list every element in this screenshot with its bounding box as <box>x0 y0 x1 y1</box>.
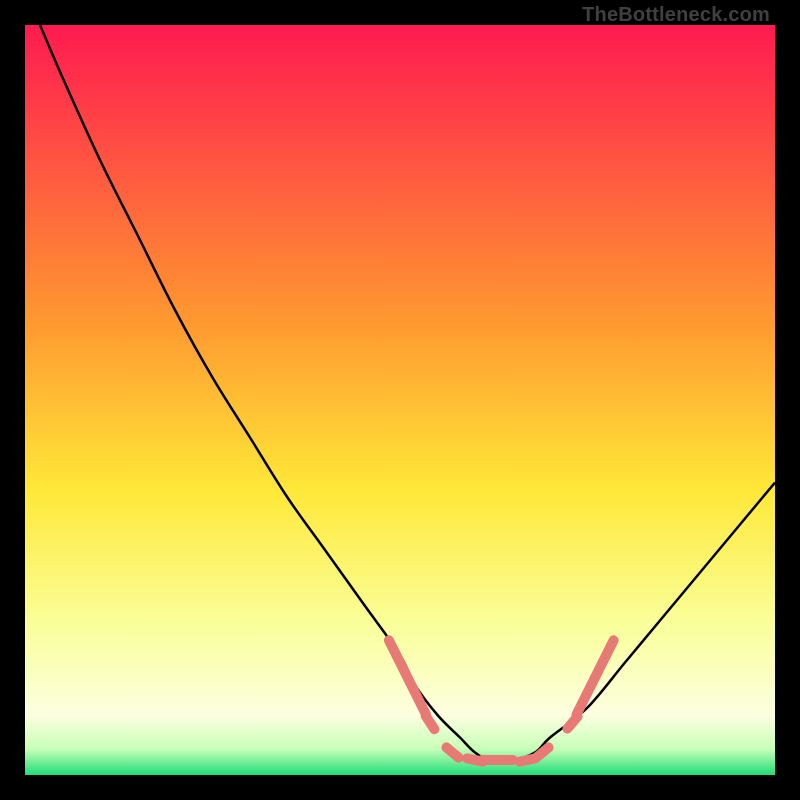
curve-marker <box>426 716 435 729</box>
plot-area <box>25 25 775 775</box>
curve-marker <box>606 640 613 654</box>
bottleneck-curve <box>40 25 775 761</box>
chart-frame: TheBottleneck.com <box>0 0 800 800</box>
curve-layer <box>25 25 775 775</box>
watermark-text: TheBottleneck.com <box>582 4 770 27</box>
marker-group <box>389 640 614 761</box>
curve-marker <box>446 747 458 757</box>
